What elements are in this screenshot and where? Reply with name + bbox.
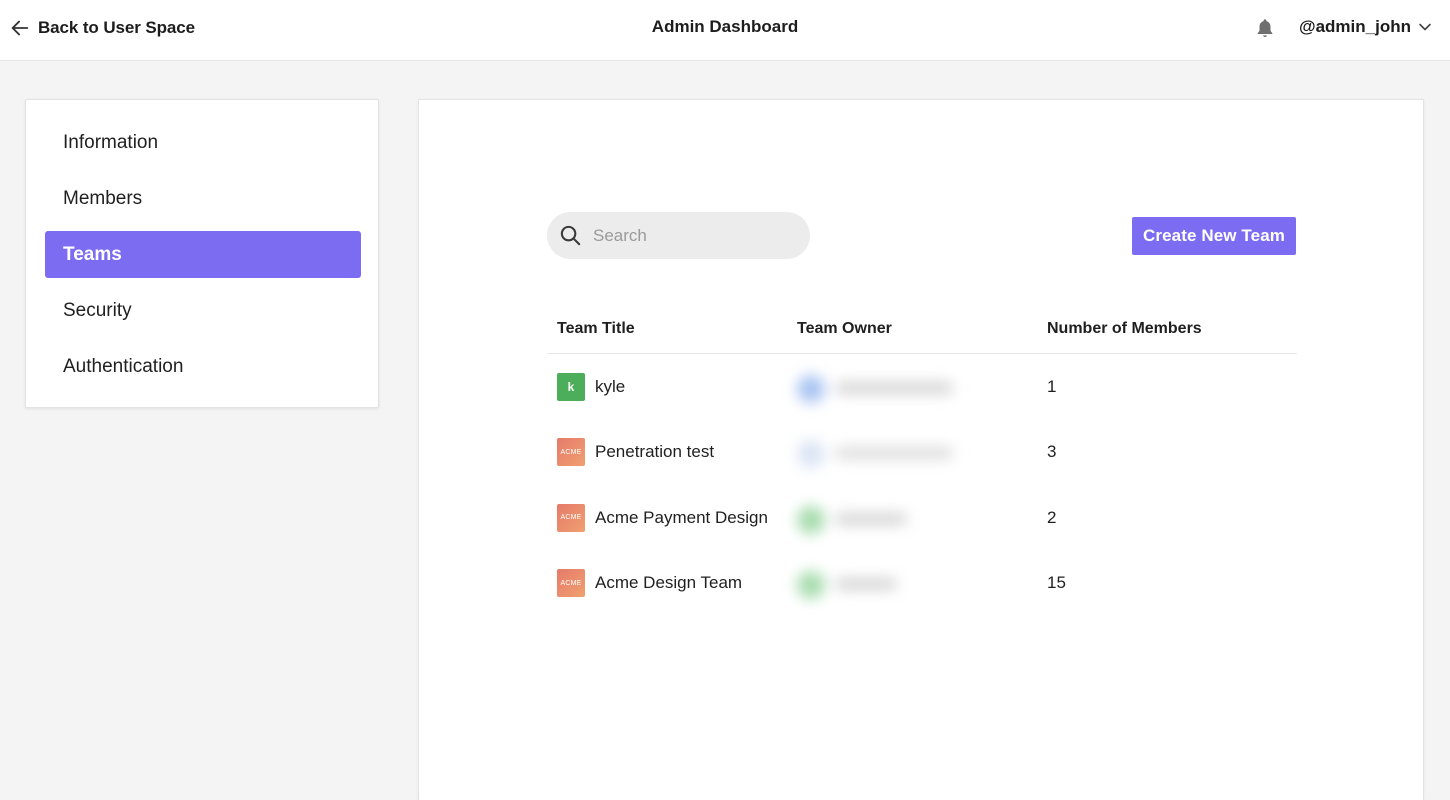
sidebar-item-label: Teams <box>63 243 122 265</box>
main-panel: Create New Team Team Title Team Owner Nu… <box>418 99 1424 800</box>
table-row[interactable]: ACME Acme Payment Design 2 <box>547 485 1297 551</box>
sidebar-item-label: Information <box>63 131 159 153</box>
table-row[interactable]: k kyle 1 <box>547 354 1297 420</box>
team-name[interactable]: Acme Payment Design <box>595 508 768 528</box>
owner-avatar-blurred <box>779 563 979 603</box>
owner-avatar-blurred <box>779 432 979 472</box>
members-count-cell: 3 <box>1047 420 1056 486</box>
sidebar-item-label: Authentication <box>63 355 184 377</box>
search-icon <box>560 225 581 246</box>
team-avatar: k <box>557 372 585 401</box>
team-title-cell: k kyle <box>557 354 625 420</box>
members-count: 15 <box>1047 573 1066 593</box>
team-title-cell: ACME Penetration test <box>557 420 714 486</box>
team-owner-cell <box>779 485 979 551</box>
team-title-cell: ACME Acme Design Team <box>557 551 742 617</box>
teams-table: Team Title Team Owner Number of Members … <box>547 307 1297 616</box>
members-count-cell: 15 <box>1047 551 1066 617</box>
team-name[interactable]: Penetration test <box>595 442 714 462</box>
members-count-cell: 1 <box>1047 354 1056 420</box>
team-name[interactable]: Acme Design Team <box>595 573 742 593</box>
sidebar-item-security[interactable]: Security <box>45 287 361 334</box>
team-avatar: ACME <box>557 438 585 467</box>
username: @admin_john <box>1299 17 1411 36</box>
table-header: Team Title Team Owner Number of Members <box>547 307 1297 354</box>
team-avatar: ACME <box>557 503 585 532</box>
user-menu[interactable]: @admin_john <box>1299 17 1432 37</box>
team-name[interactable]: kyle <box>595 377 625 397</box>
page-title: Admin Dashboard <box>651 17 799 36</box>
team-owner-cell <box>779 551 979 617</box>
members-count: 3 <box>1047 442 1057 462</box>
team-owner-cell <box>779 420 979 486</box>
owner-avatar-blurred <box>779 498 979 538</box>
chevron-down-icon <box>1419 23 1431 31</box>
owner-avatar-blurred <box>779 367 979 407</box>
sidebar-item-teams[interactable]: Teams <box>45 231 361 278</box>
bell-icon[interactable] <box>1254 16 1276 40</box>
sidebar-item-members[interactable]: Members <box>45 175 361 222</box>
table-row[interactable]: ACME Penetration test 3 <box>547 420 1297 486</box>
sidebar-item-label: Security <box>63 299 132 321</box>
sidebar: Information Members Teams Security Authe… <box>25 99 379 408</box>
sidebar-item-authentication[interactable]: Authentication <box>45 343 361 390</box>
search-input[interactable] <box>593 212 793 259</box>
column-header-number-of-members[interactable]: Number of Members <box>1047 320 1202 338</box>
team-title-cell: ACME Acme Payment Design <box>557 485 768 551</box>
search-box[interactable] <box>547 212 810 259</box>
team-avatar: ACME <box>557 569 585 598</box>
top-bar: Back to User Space Admin Dashboard @admi… <box>0 0 1450 61</box>
team-owner-cell <box>779 354 979 420</box>
create-new-team-button[interactable]: Create New Team <box>1132 217 1296 255</box>
members-count: 2 <box>1047 507 1057 527</box>
table-row[interactable]: ACME Acme Design Team 15 <box>547 551 1297 617</box>
column-header-team-owner[interactable]: Team Owner <box>797 320 892 338</box>
sidebar-item-information[interactable]: Information <box>45 119 361 166</box>
members-count-cell: 2 <box>1047 485 1056 551</box>
column-header-team-title[interactable]: Team Title <box>557 320 635 338</box>
members-count: 1 <box>1047 376 1057 396</box>
sidebar-item-label: Members <box>63 187 143 209</box>
